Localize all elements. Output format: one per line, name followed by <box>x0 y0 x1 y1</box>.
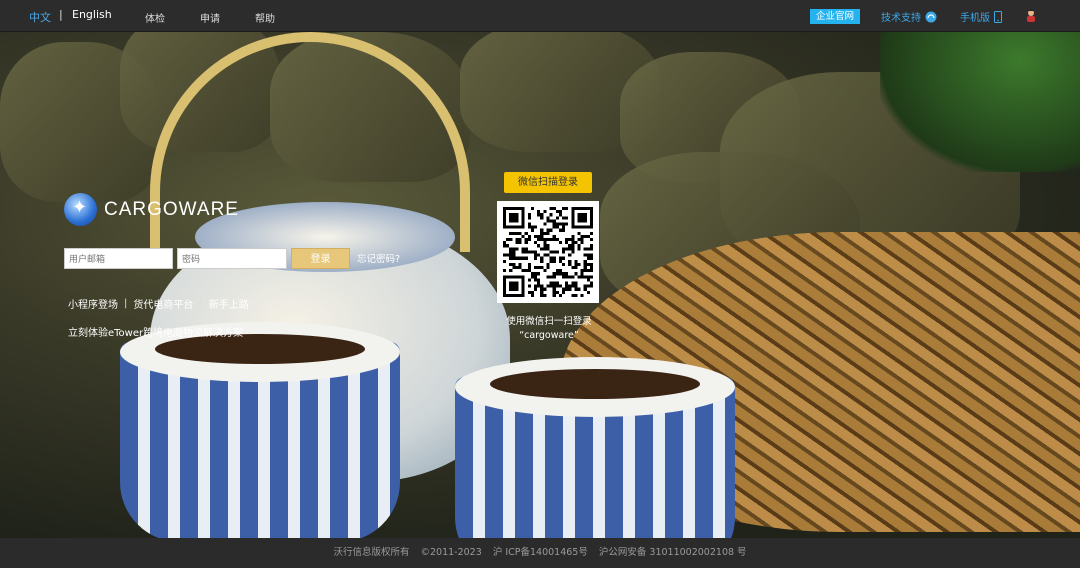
footer-company: 沃行信息版权所有 <box>333 547 410 558</box>
top-navigation-bar: 中文 | English 体检 申请 帮助 企业官网 技术支持 手机版 <box>0 0 1080 32</box>
link-getting-started[interactable]: 新手上路 <box>209 296 249 311</box>
qr-caption-line1: 使用微信扫一扫登录 <box>506 316 592 327</box>
page-footer: 沃行信息版权所有 ©2011-2023 沪 ICP备14001465号 沪公网安… <box>0 538 1080 568</box>
language-english-link[interactable]: English <box>72 8 112 21</box>
password-input[interactable] <box>177 248 287 269</box>
footer-police-record[interactable]: 沪公网安备 31011002002108 号 <box>599 547 747 558</box>
qr-caption-line2: “cargoware” <box>519 330 579 341</box>
qr-code-image <box>503 207 593 297</box>
link-separator: | <box>124 298 128 309</box>
language-chinese-link[interactable]: 中文 <box>29 9 51 25</box>
login-button[interactable]: 登录 <box>291 248 350 269</box>
footer-icp[interactable]: 沪 ICP备14001465号 <box>493 547 588 558</box>
tech-support-label: 技术支持 <box>881 13 921 24</box>
link-mini-program[interactable]: 小程序登场 <box>68 296 118 311</box>
link-forwarder-platform[interactable]: 货代电商平台 <box>133 296 193 311</box>
link-separator: | <box>199 298 203 309</box>
nav-apply[interactable]: 申请 <box>200 10 220 25</box>
cargoware-logo: CARGOWARE <box>64 193 239 226</box>
nav-help[interactable]: 帮助 <box>255 10 275 25</box>
language-separator: | <box>59 8 63 21</box>
qr-caption: 使用微信扫一扫登录 “cargoware” <box>505 315 593 343</box>
etower-promo-link[interactable]: 立刻体验eTower跨境电商物流解决方案 <box>68 324 243 339</box>
mobile-version-link[interactable]: 手机版 <box>960 9 1002 24</box>
wechat-scan-login-button[interactable]: 微信扫描登录 <box>504 172 592 193</box>
phone-icon <box>994 10 1002 23</box>
enterprise-site-button[interactable]: 企业官网 <box>810 9 860 24</box>
nav-checkup[interactable]: 体检 <box>145 10 165 25</box>
logo-text: CARGOWARE <box>104 198 239 220</box>
user-avatar-icon[interactable] <box>1025 9 1037 22</box>
forgot-password-link[interactable]: 忘记密码? <box>357 251 400 265</box>
footer-copyright: ©2011-2023 <box>420 547 482 558</box>
email-input[interactable] <box>64 248 173 269</box>
headset-icon <box>925 11 937 22</box>
tech-support-link[interactable]: 技术支持 <box>881 9 937 24</box>
quick-links: 小程序登场 | 货代电商平台 | 新手上路 <box>68 296 249 311</box>
wechat-qr-code <box>497 201 599 303</box>
logo-mark-icon <box>64 193 97 226</box>
mobile-version-label: 手机版 <box>960 13 990 24</box>
